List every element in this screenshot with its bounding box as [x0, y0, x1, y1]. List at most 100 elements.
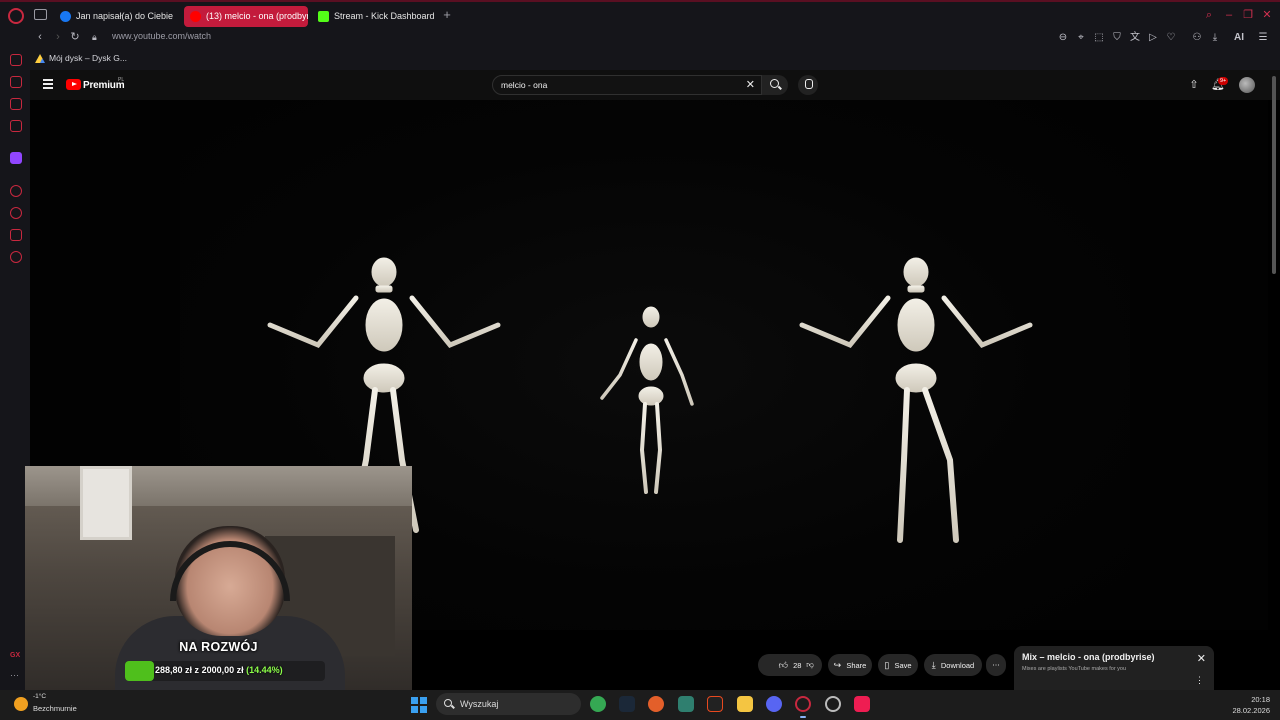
save-button[interactable]: ▯ Save [878, 654, 918, 676]
download-label: Download [940, 661, 975, 670]
windows-taskbar: -1°C Bezchmurnie Wyszukaj 20:18 28.02.20… [0, 690, 1280, 720]
url-field[interactable]: www.youtube.com/watch [112, 31, 211, 41]
tab-label: Stream - Kick Dashboard [334, 11, 435, 21]
windows-start-icon[interactable] [411, 697, 427, 713]
save-icon: ▯ [884, 660, 890, 670]
opera-gx-icon[interactable] [795, 696, 811, 712]
app-icon-4[interactable] [678, 696, 694, 712]
easy-setup-icon[interactable]: ☰ [1256, 31, 1270, 45]
bookmark-heart-icon[interactable]: ♡ [1164, 31, 1178, 45]
youtube-logo-icon[interactable] [66, 79, 81, 90]
search-box[interactable]: melcio - ona ✕ [492, 75, 762, 95]
translate-icon[interactable]: 文 [1128, 31, 1142, 45]
tiktok-icon[interactable] [854, 696, 870, 712]
youtube-header: Premium PL melcio - ona ✕ ⇧ 🔔︎ 9+ [30, 70, 1280, 100]
discord-icon[interactable] [766, 696, 782, 712]
search-icon [444, 699, 452, 707]
region-label: PL [118, 77, 125, 83]
search-input[interactable]: melcio - ona [501, 80, 547, 90]
new-tab-button[interactable]: + [440, 8, 454, 22]
tab-youtube[interactable]: (13) melcio - ona (prodbyrise) [184, 6, 308, 27]
search-button[interactable] [762, 75, 788, 95]
download-icon: ⤓ [931, 660, 936, 670]
share-button[interactable]: ↪ Share [828, 654, 872, 676]
bookmark-label: Mój dysk – Dysk G... [49, 53, 127, 63]
history-icon[interactable] [10, 207, 22, 219]
settings-icon[interactable] [10, 251, 22, 263]
system-clock[interactable]: 20:18 28.02.2026 [1232, 694, 1270, 716]
avatar[interactable] [1239, 77, 1255, 93]
clear-search-icon[interactable]: ✕ [746, 78, 755, 91]
bookmarks-bar: Mój dysk – Dysk G... [0, 48, 1280, 70]
notification-badge: 9+ [1218, 77, 1229, 85]
twitch-icon[interactable] [10, 152, 22, 164]
taskbar-search-placeholder: Wyszukaj [460, 699, 499, 709]
workspaces-icon[interactable] [34, 9, 47, 20]
app-icon-3[interactable] [648, 696, 664, 712]
taskbar-search-field[interactable]: Wyszukaj [436, 693, 581, 715]
donation-goal-fill [125, 661, 154, 681]
youtube-icon [190, 11, 201, 22]
gx-icon[interactable]: GX [10, 652, 20, 659]
clock-time: 20:18 [1251, 695, 1270, 704]
tab-facebook[interactable]: Jan napisał(a) do Ciebie [54, 6, 180, 27]
skeleton-center [600, 306, 694, 494]
weather-status[interactable]: Bezchmurnie [33, 704, 77, 713]
bag-icon[interactable] [10, 76, 22, 88]
close-mix-icon[interactable]: ✕ [1197, 652, 1206, 665]
save-label: Save [894, 661, 912, 670]
aria-ai-button[interactable]: AI [1228, 31, 1250, 45]
pin-icon[interactable]: ⌖ [1074, 31, 1088, 45]
bookmark-google-drive[interactable]: Mój dysk – Dysk G... [35, 53, 127, 63]
donation-goal-bar: 288,80 zł z 2000,00 zł (14.44%) [125, 661, 325, 681]
upload-icon[interactable]: ⇧ [1187, 78, 1201, 92]
mix-subtitle: Mixes are playlists YouTube makes for yo… [1022, 666, 1127, 672]
menu-icon[interactable] [43, 79, 53, 89]
snapshot-icon[interactable]: ⬚ [1092, 31, 1106, 45]
player-icon[interactable] [10, 185, 22, 197]
forward-icon[interactable]: › [51, 30, 65, 44]
speed-dial-icon[interactable] [10, 54, 22, 66]
news-icon[interactable] [10, 120, 22, 132]
goal-percent: (14.44%) [246, 665, 283, 675]
downloads-icon[interactable]: ⤓ [1208, 31, 1222, 45]
send-icon[interactable]: ▷ [1146, 31, 1160, 45]
browser-tab-strip: Jan napisał(a) do Ciebie (13) melcio - o… [0, 0, 1280, 28]
steam-icon[interactable] [619, 696, 635, 712]
tab-search-icon[interactable]: ⌕ [1202, 8, 1216, 22]
share-icon: ↪ [833, 660, 842, 670]
webcam-overlay: NA ROZWÓJ 288,80 zł z 2000,00 zł (14.44%… [25, 466, 412, 700]
mix-menu-icon[interactable]: ⋮ [1195, 676, 1204, 685]
facebook-icon [60, 11, 71, 22]
maximize-button[interactable]: ❐ [1241, 8, 1255, 22]
adblock-icon[interactable]: ⛉ [1110, 31, 1124, 45]
page-scrollbar[interactable] [1272, 76, 1276, 274]
messenger-icon[interactable] [10, 98, 22, 110]
file-explorer-icon[interactable] [737, 696, 753, 712]
search-icon [770, 79, 779, 88]
cam-window [80, 466, 132, 540]
opera-menu-icon[interactable] [8, 8, 24, 24]
download-button[interactable]: ⤓ Download [924, 654, 982, 676]
app-icon-9[interactable] [825, 696, 841, 712]
minimize-button[interactable]: – [1222, 8, 1236, 22]
dislike-button[interactable]: 👎︎ [798, 654, 822, 676]
profile-icon[interactable]: ⚇ [1190, 31, 1204, 45]
close-window-button[interactable]: ✕ [1260, 8, 1274, 22]
app-icon-5[interactable] [707, 696, 723, 712]
app-icon-1[interactable] [590, 696, 606, 712]
tab-kick[interactable]: Stream - Kick Dashboard [312, 6, 436, 27]
mix-playlist-panel[interactable]: Mix – melcio - ona (prodbyrise) Mixes ar… [1014, 646, 1214, 690]
mix-title[interactable]: Mix – melcio - ona (prodbyrise) [1022, 652, 1155, 662]
weather-moon-icon[interactable] [14, 697, 28, 711]
back-icon[interactable]: ‹ [33, 30, 47, 44]
extensions-icon[interactable] [10, 229, 22, 241]
lock-icon[interactable]: 🔒︎ [92, 31, 102, 43]
zoom-icon[interactable]: ⊖ [1056, 31, 1070, 45]
reload-icon[interactable]: ↻ [68, 30, 82, 44]
voice-search-icon[interactable] [798, 75, 818, 95]
donation-goal-title: NA ROZWÓJ [179, 640, 258, 654]
weather-temperature[interactable]: -1°C [33, 693, 46, 700]
sidebar-more-icon[interactable]: ··· [10, 670, 19, 680]
more-actions-button[interactable]: ⋯ [986, 654, 1006, 676]
